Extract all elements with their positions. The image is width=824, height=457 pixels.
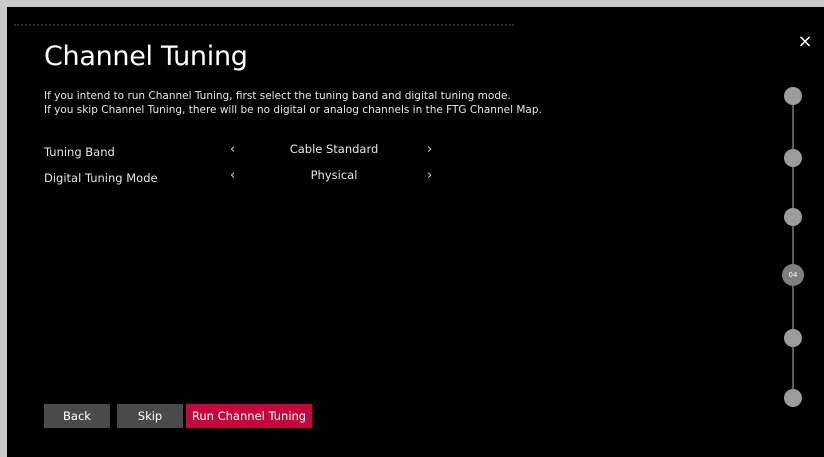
back-button[interactable]: Back: [44, 404, 110, 428]
tuning-band-label: Tuning Band: [44, 145, 115, 159]
tuning-band-value: Cable Standard: [289, 142, 379, 156]
digital-tuning-mode-value: Physical: [310, 168, 358, 182]
chevron-left-icon[interactable]: ‹: [230, 142, 235, 157]
run-channel-tuning-button[interactable]: Run Channel Tuning: [186, 404, 312, 428]
step-2-dot: [784, 149, 802, 167]
chevron-right-icon[interactable]: ›: [427, 168, 432, 183]
step-1-dot: [784, 87, 802, 105]
channel-tuning-dialog: × Channel Tuning If you intend to run Ch…: [7, 7, 824, 457]
close-icon[interactable]: ×: [796, 33, 814, 51]
step-6-dot: [784, 389, 802, 407]
chevron-right-icon[interactable]: ›: [427, 142, 432, 157]
dotted-divider: [14, 24, 514, 26]
page-title: Channel Tuning: [44, 41, 248, 72]
skip-button[interactable]: Skip: [117, 404, 183, 428]
screen: × Channel Tuning If you intend to run Ch…: [0, 0, 824, 457]
tuning-band-row[interactable]: Tuning Band ‹ Cable Standard ›: [44, 142, 464, 162]
step-3-dot: [784, 208, 802, 226]
digital-tuning-mode-label: Digital Tuning Mode: [44, 171, 158, 185]
description-line-2: If you skip Channel Tuning, there will b…: [44, 104, 542, 116]
description-line-1: If you intend to run Channel Tuning, fir…: [44, 90, 511, 102]
step-5-dot: [784, 329, 802, 347]
step-progress-line: [792, 94, 794, 404]
chevron-left-icon[interactable]: ‹: [230, 168, 235, 183]
step-4-dot-current: 04: [782, 264, 804, 286]
digital-tuning-mode-row[interactable]: Digital Tuning Mode ‹ Physical ›: [44, 168, 464, 188]
